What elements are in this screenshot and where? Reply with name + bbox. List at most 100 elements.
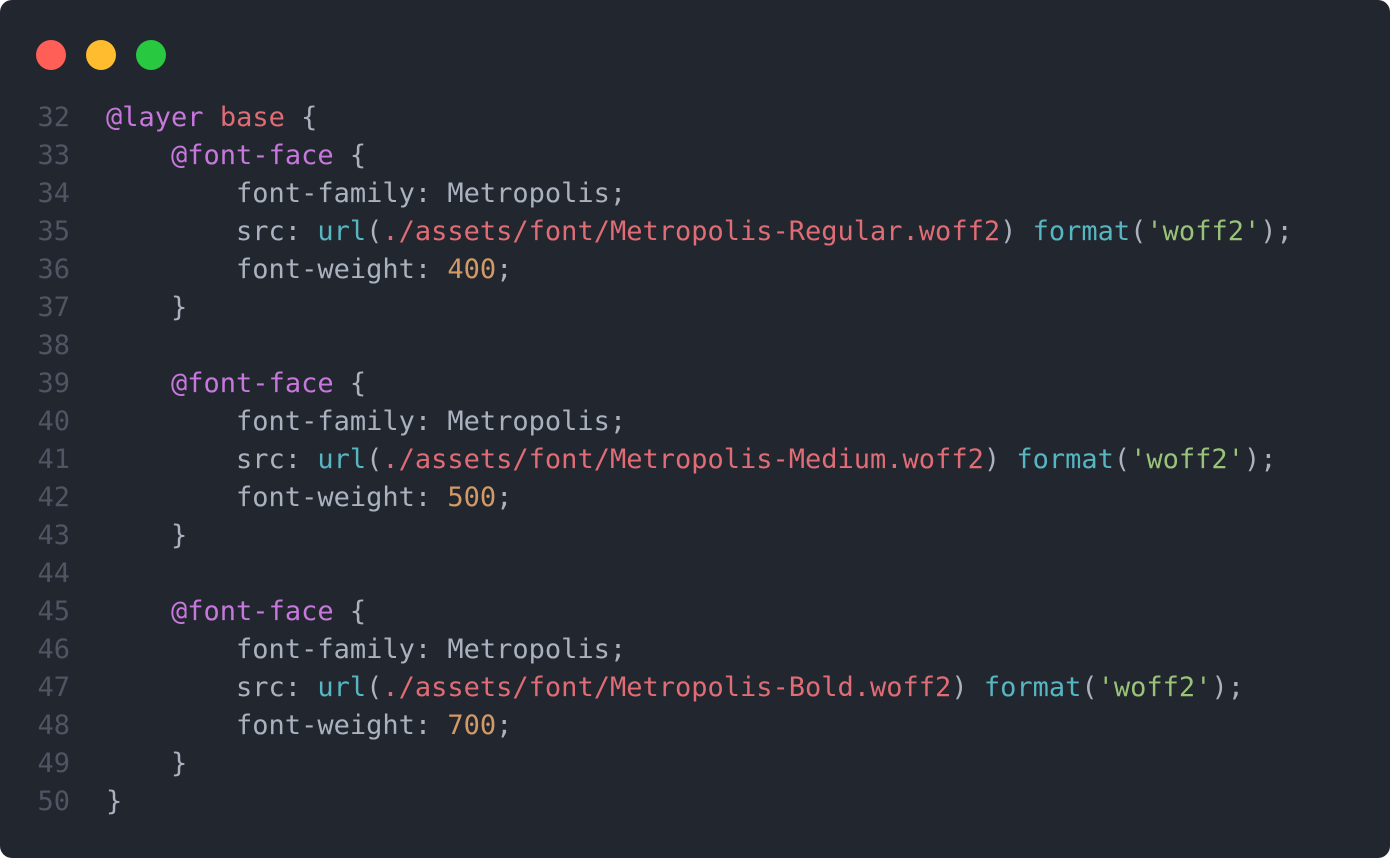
line-content: font-family: Metropolis; xyxy=(70,403,626,441)
code-token-default: ); xyxy=(1243,444,1277,475)
code-token-default: font-weight: xyxy=(106,482,448,513)
code-token-default: ; xyxy=(496,254,513,285)
code-token-default: ; xyxy=(496,710,513,741)
code-token-default: { xyxy=(284,102,318,133)
line-content: @layer base { xyxy=(70,99,317,137)
line-content: font-weight: 500; xyxy=(70,479,512,517)
code-token-default: { xyxy=(333,596,367,627)
line-number: 41 xyxy=(37,444,70,475)
code-token-default: } xyxy=(106,292,188,323)
code-editor[interactable]: 32 @layer base {33 @font-face {34 font-fa… xyxy=(0,99,1293,821)
line-content: @font-face { xyxy=(70,365,366,403)
line-number: 33 xyxy=(37,140,70,171)
code-line: 36 font-weight: 400; xyxy=(0,251,1293,289)
code-line: 41 src: url(./assets/font/Metropolis-Med… xyxy=(0,441,1293,479)
code-token-default: ) xyxy=(1000,216,1033,247)
line-number: 40 xyxy=(37,406,70,437)
line-content: src: url(./assets/font/Metropolis-Bold.w… xyxy=(70,669,1244,707)
code-line: 47 src: url(./assets/font/Metropolis-Bol… xyxy=(0,669,1293,707)
code-token-default: { xyxy=(333,140,367,171)
code-line: 50} xyxy=(0,783,1293,821)
code-token-default: ( xyxy=(366,672,383,703)
line-content: font-family: Metropolis; xyxy=(70,631,626,669)
code-token-default xyxy=(106,368,171,399)
code-line: 48 font-weight: 700; xyxy=(0,707,1293,745)
line-content xyxy=(70,327,106,365)
code-token-default: ; xyxy=(496,482,513,513)
code-token-default: src: xyxy=(106,444,318,475)
line-content: font-weight: 400; xyxy=(70,251,512,289)
code-line: 32 @layer base { xyxy=(0,99,1293,137)
code-token-string: 'woff2' xyxy=(1130,444,1244,475)
window-controls xyxy=(36,40,166,70)
code-token-default: font-family: Metropolis; xyxy=(106,406,627,437)
line-content xyxy=(70,555,106,593)
code-line: 34 font-family: Metropolis; xyxy=(0,175,1293,213)
code-token-default: ( xyxy=(1130,216,1147,247)
line-number: 47 xyxy=(37,672,70,703)
code-token-default: ( xyxy=(1113,444,1131,475)
code-token-default: ) xyxy=(983,444,1017,475)
code-token-number: 700 xyxy=(447,710,497,741)
code-token-keyword: @layer xyxy=(106,102,204,133)
code-token-default: font-family: Metropolis; xyxy=(106,178,627,209)
line-content: src: url(./assets/font/Metropolis-Medium… xyxy=(70,441,1276,479)
line-number: 45 xyxy=(37,596,70,627)
close-button[interactable] xyxy=(36,40,66,70)
line-number: 42 xyxy=(37,482,70,513)
code-token-default: ( xyxy=(1081,672,1098,703)
line-number: 50 xyxy=(37,786,70,817)
code-token-func: format xyxy=(1032,216,1131,247)
code-line: 49 } xyxy=(0,745,1293,783)
code-token-default: font-weight: xyxy=(106,710,448,741)
line-content: } xyxy=(70,783,122,821)
minimize-button[interactable] xyxy=(86,40,116,70)
code-token-number: 400 xyxy=(447,254,497,285)
code-token-func: url xyxy=(317,444,367,475)
line-number: 46 xyxy=(37,634,70,665)
code-token-default: src: xyxy=(106,216,318,247)
code-line: 33 @font-face { xyxy=(0,137,1293,175)
code-token-default: ( xyxy=(366,216,383,247)
code-token-func: url xyxy=(317,216,367,247)
line-content: @font-face { xyxy=(70,137,366,175)
code-token-default: ( xyxy=(366,444,383,475)
code-token-default: } xyxy=(106,520,188,551)
code-token-keyword: @font-face xyxy=(171,596,334,627)
line-number: 38 xyxy=(37,330,70,361)
zoom-button[interactable] xyxy=(136,40,166,70)
line-number: 36 xyxy=(37,254,70,285)
code-token-default: src: xyxy=(106,672,318,703)
code-token-default: font-family: Metropolis; xyxy=(106,634,627,665)
line-content: font-family: Metropolis; xyxy=(70,175,626,213)
code-line: 38 xyxy=(0,327,1293,365)
line-number: 35 xyxy=(37,216,70,247)
line-number: 37 xyxy=(37,292,70,323)
line-number: 43 xyxy=(37,520,70,551)
line-content: @font-face { xyxy=(70,593,366,631)
line-content: } xyxy=(70,745,187,783)
code-token-default xyxy=(204,102,220,133)
code-token-keyword: @font-face xyxy=(171,368,334,399)
line-number: 39 xyxy=(37,368,70,399)
line-number: 34 xyxy=(37,178,70,209)
code-line: 43 } xyxy=(0,517,1293,555)
code-token-func: url xyxy=(317,672,367,703)
code-token-path: ./assets/font/Metropolis-Regular.woff2 xyxy=(382,216,1001,247)
code-line: 40 font-family: Metropolis; xyxy=(0,403,1293,441)
code-token-string: 'woff2' xyxy=(1146,216,1261,247)
code-token-default: } xyxy=(106,786,123,817)
code-token-string: 'woff2' xyxy=(1097,672,1212,703)
line-content: } xyxy=(70,289,187,327)
code-token-number: 500 xyxy=(447,482,497,513)
code-token-default: ); xyxy=(1211,672,1244,703)
code-token-path: ./assets/font/Metropolis-Bold.woff2 xyxy=(382,672,952,703)
code-line: 44 xyxy=(0,555,1293,593)
code-token-default: { xyxy=(333,368,367,399)
line-content: font-weight: 700; xyxy=(70,707,512,745)
code-token-selector: base xyxy=(219,102,285,133)
line-number: 32 xyxy=(37,102,70,133)
code-window: 32 @layer base {33 @font-face {34 font-fa… xyxy=(0,0,1390,858)
line-number: 44 xyxy=(37,558,70,589)
code-token-default: ) xyxy=(951,672,984,703)
